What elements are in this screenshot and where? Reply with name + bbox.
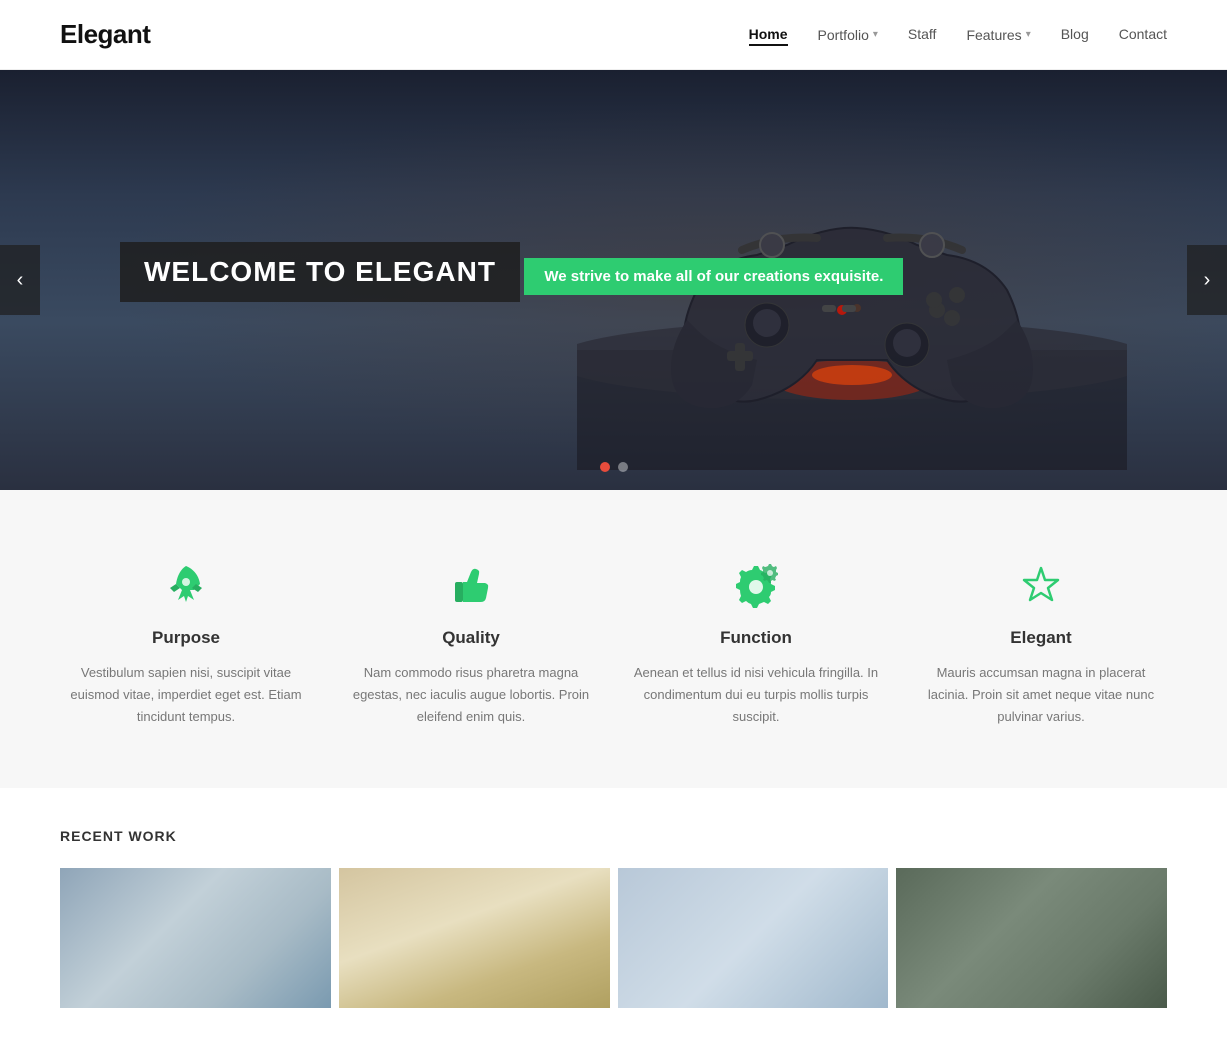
rocket-icon (160, 560, 212, 612)
carousel-dot-1[interactable] (600, 462, 610, 472)
hero-subtitle: We strive to make all of our creations e… (544, 268, 883, 285)
feature-purpose-title: Purpose (152, 628, 220, 648)
work-item-4[interactable] (896, 868, 1167, 1008)
hero-title: WELCOME TO ELEGANT (144, 256, 496, 288)
nav-item-home[interactable]: Home (749, 26, 788, 44)
work-item-2[interactable] (339, 868, 610, 1008)
nav-item-contact[interactable]: Contact (1119, 26, 1167, 44)
carousel-prev-button[interactable]: ‹ (0, 245, 40, 315)
feature-purpose-desc: Vestibulum sapien nisi, suscipit vitae e… (64, 662, 309, 728)
nav-link-home[interactable]: Home (749, 26, 788, 46)
carousel-prev-icon: ‹ (17, 269, 24, 292)
feature-function-title: Function (720, 628, 792, 648)
thumbsup-icon (445, 560, 497, 612)
site-logo[interactable]: Elegant (60, 19, 150, 50)
hero-title-box: WELCOME TO ELEGANT (120, 242, 520, 302)
gear-icon (730, 560, 782, 612)
hero-subtitle-box: We strive to make all of our creations e… (524, 258, 903, 295)
nav-item-features[interactable]: Features ▾ (966, 27, 1030, 43)
feature-elegant-desc: Mauris accumsan magna in placerat lacini… (919, 662, 1164, 728)
features-grid: Purpose Vestibulum sapien nisi, suscipit… (64, 560, 1164, 728)
nav-link-blog[interactable]: Blog (1061, 26, 1089, 42)
features-section: Purpose Vestibulum sapien nisi, suscipit… (0, 490, 1227, 788)
hero-content: WELCOME TO ELEGANT We strive to make all… (0, 242, 903, 318)
carousel-next-icon: › (1204, 269, 1211, 292)
nav-link-portfolio[interactable]: Portfolio ▾ (818, 27, 878, 43)
feature-elegant: Elegant Mauris accumsan magna in placera… (919, 560, 1164, 728)
main-nav: Home Portfolio ▾ Staff Features ▾ Blog (749, 26, 1167, 44)
feature-purpose: Purpose Vestibulum sapien nisi, suscipit… (64, 560, 309, 728)
feature-elegant-title: Elegant (1010, 628, 1071, 648)
carousel-dots (600, 462, 628, 472)
carousel-dot-2[interactable] (618, 462, 628, 472)
star-icon (1015, 560, 1067, 612)
work-item-1[interactable] (60, 868, 331, 1008)
feature-function: Function Aenean et tellus id nisi vehicu… (634, 560, 879, 728)
portfolio-chevron-icon: ▾ (873, 29, 878, 40)
features-chevron-icon: ▾ (1026, 29, 1031, 40)
feature-function-desc: Aenean et tellus id nisi vehicula fringi… (634, 662, 879, 728)
nav-link-features[interactable]: Features ▾ (966, 27, 1030, 43)
feature-quality: Quality Nam commodo risus pharetra magna… (349, 560, 594, 728)
nav-item-portfolio[interactable]: Portfolio ▾ (818, 27, 878, 43)
nav-item-blog[interactable]: Blog (1061, 26, 1089, 44)
work-grid (60, 868, 1167, 1008)
feature-quality-title: Quality (442, 628, 500, 648)
carousel-next-button[interactable]: › (1187, 245, 1227, 315)
nav-item-staff[interactable]: Staff (908, 26, 937, 44)
hero-section: WELCOME TO ELEGANT We strive to make all… (0, 70, 1227, 490)
recent-work-section: RECENT WORK (0, 788, 1227, 1048)
nav-list: Home Portfolio ▾ Staff Features ▾ Blog (749, 26, 1167, 44)
feature-quality-desc: Nam commodo risus pharetra magna egestas… (349, 662, 594, 728)
recent-work-title: RECENT WORK (60, 828, 1167, 844)
work-item-3[interactable] (618, 868, 889, 1008)
nav-link-staff[interactable]: Staff (908, 26, 937, 42)
nav-link-contact[interactable]: Contact (1119, 26, 1167, 42)
site-header: Elegant Home Portfolio ▾ Staff Features … (0, 0, 1227, 70)
